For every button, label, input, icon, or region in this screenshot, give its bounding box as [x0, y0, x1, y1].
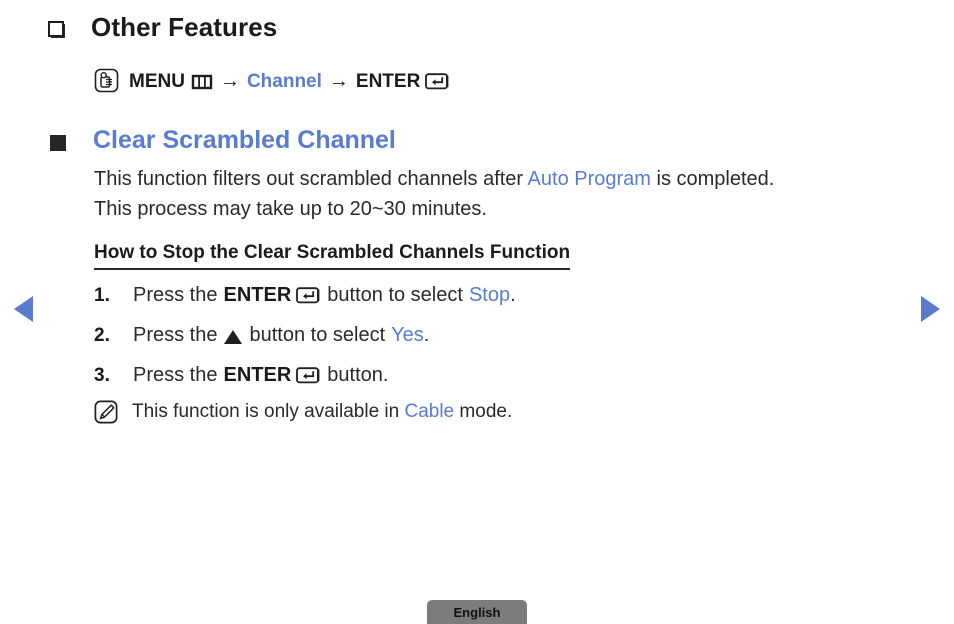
step-number: 2.: [94, 325, 110, 346]
filled-square-bullet-icon: [50, 135, 66, 151]
path-arrow-1: →: [219, 70, 240, 92]
description-part-1: This function filters out scrambled chan…: [94, 168, 528, 190]
topic-heading: Clear Scrambled Channel: [50, 128, 396, 153]
enter-return-icon: [425, 73, 450, 90]
step-number: 3.: [94, 365, 110, 386]
prev-page-arrow-icon[interactable]: [14, 296, 33, 322]
description-line-2: This process may take up to 20~30 minute…: [94, 198, 487, 220]
step-text-pre: Press the: [133, 364, 218, 386]
note-highlight-cable: Cable: [404, 401, 455, 422]
enter-label: ENTER: [355, 70, 421, 92]
enter-return-icon: [296, 287, 321, 304]
hand-press-button-icon: [94, 68, 119, 93]
path-link-channel[interactable]: Channel: [247, 71, 322, 93]
section-heading: Other Features: [48, 14, 277, 40]
step-text-pre: Press the: [133, 284, 218, 306]
step-key-label: ENTER: [223, 284, 292, 306]
step-text-mid: button to select: [249, 324, 386, 346]
page-title: Other Features: [91, 12, 278, 42]
menu-label: MENU: [129, 70, 185, 92]
step-text-mid: button.: [327, 364, 389, 386]
note-row: This function is only available in Cable…: [94, 400, 512, 424]
subsection-heading: How to Stop the Clear Scrambled Channels…: [94, 242, 571, 270]
outlined-square-bullet-icon: [48, 20, 65, 38]
menu-grid-icon: [191, 74, 213, 90]
step-number: 1.: [94, 285, 110, 306]
list-item: 3. Press the ENTER button.: [94, 364, 894, 404]
description-highlight-auto-program: Auto Program: [527, 168, 651, 190]
step-text-mid: button to select: [327, 284, 463, 306]
step-text-post: .: [510, 284, 516, 306]
step-text-pre: Press the: [133, 324, 218, 346]
list-item: 1. Press the ENTER button to select Stop…: [94, 284, 894, 324]
list-item: 2. Press the button to select Yes.: [94, 324, 894, 364]
note-text-post: mode.: [454, 401, 513, 422]
step-highlight: Yes: [391, 324, 424, 346]
enter-return-icon: [296, 367, 321, 384]
note-pencil-icon: [94, 400, 118, 424]
next-page-arrow-icon[interactable]: [921, 296, 940, 322]
language-tab[interactable]: English: [427, 600, 527, 624]
manual-page: Other Features MENU → Channel → ENTER Cl…: [0, 0, 954, 624]
topic-description: This function filters out scrambled chan…: [94, 164, 914, 224]
menu-path-breadcrumb: MENU → Channel → ENTER: [94, 68, 450, 93]
step-key-label: ENTER: [223, 364, 292, 386]
step-highlight: Stop: [468, 284, 511, 306]
topic-title: Clear Scrambled Channel: [93, 126, 396, 154]
description-part-2: is completed.: [650, 168, 775, 190]
note-text-pre: This function is only available in: [132, 401, 405, 422]
instruction-steps: 1. Press the ENTER button to select Stop…: [94, 284, 894, 404]
step-text-post: .: [423, 324, 430, 346]
path-arrow-2: →: [328, 70, 349, 92]
triangle-up-icon: [224, 329, 243, 344]
